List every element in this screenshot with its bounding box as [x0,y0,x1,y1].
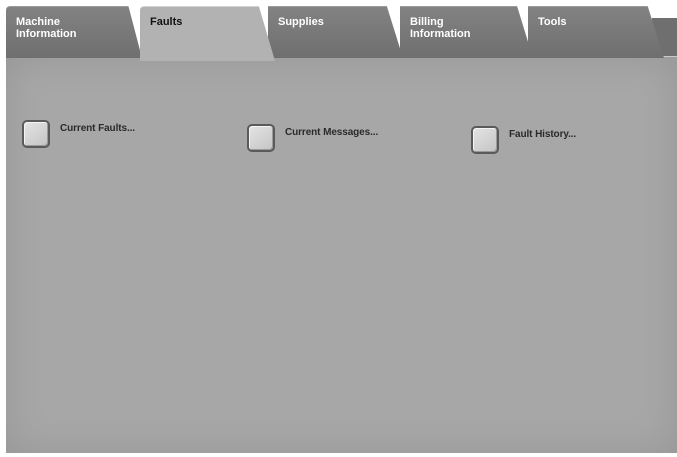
tab-billing-information-label: Billing Information [410,16,471,40]
tab-supplies[interactable]: Supplies [268,6,403,58]
tab-tools[interactable]: Tools [528,6,664,58]
fault-history-option[interactable]: Fault History... [471,126,576,154]
tab-tools-label: Tools [538,16,567,28]
fault-history-button[interactable] [471,126,499,154]
tab-machine-information[interactable]: Machine Information [6,6,142,58]
tab-supplies-label: Supplies [278,16,324,28]
tab-faults-label: Faults [150,16,183,28]
current-messages-option[interactable]: Current Messages... [247,124,378,152]
current-messages-button[interactable] [247,124,275,152]
current-messages-label: Current Messages... [285,127,379,138]
tab-machine-information-label: Machine Information [16,16,77,40]
current-faults-option[interactable]: Current Faults... [22,120,135,148]
current-faults-label: Current Faults... [60,123,135,134]
faults-panel [6,56,677,453]
fault-history-label: Fault History... [509,129,577,140]
tab-faults[interactable]: Faults [140,6,275,61]
tab-billing-information[interactable]: Billing Information [400,6,533,58]
screen: Machine Information Supplies Billing Inf… [0,0,677,457]
current-faults-button[interactable] [22,120,50,148]
